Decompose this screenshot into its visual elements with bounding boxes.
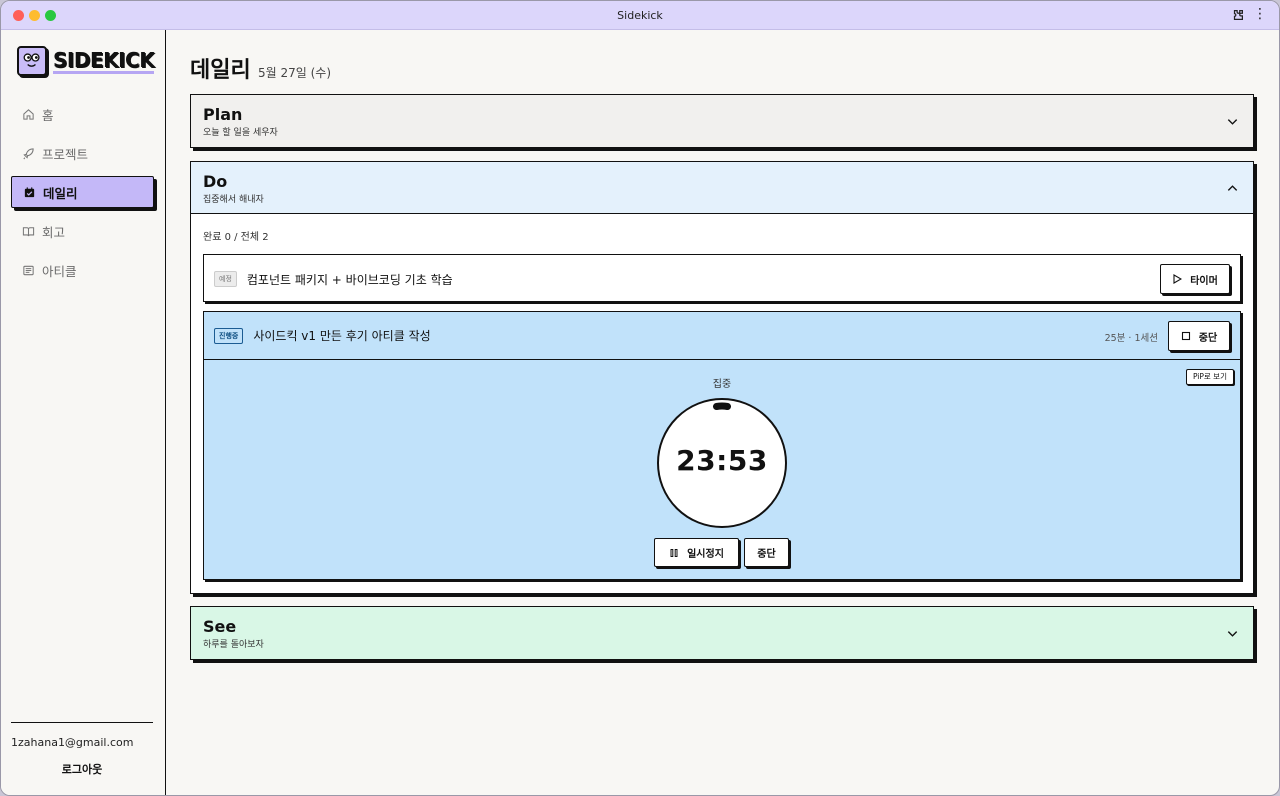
sidebar-item-daily[interactable]: 데일리 <box>11 176 154 208</box>
page-date: 5월 27일 (수) <box>258 66 332 80</box>
title-bar: Sidekick ⋮ <box>1 1 1279 30</box>
pause-label: 일시정지 <box>687 549 724 560</box>
page-title: 데일리 <box>190 58 251 83</box>
user-email: 1zahana1@gmail.com <box>11 736 134 749</box>
stop-icon <box>1181 331 1190 341</box>
sidebar-item-label: 회고 <box>42 224 66 240</box>
logo-text: SIDEKICK <box>53 47 155 74</box>
sidebar-item-label: 아티클 <box>42 263 77 279</box>
task-item-active: 진행중 사이드킥 v1 만든 후기 아티클 작성 25분 · 1세션 중단 집중… <box>203 311 1241 580</box>
app-window: Sidekick ⋮ SIDEKICK 홈 프로젝트 데일리 회고 아티클 1z… <box>0 0 1280 796</box>
session-meta: 25분 · 1세션 <box>1104 333 1158 344</box>
see-section-title: See <box>203 617 237 636</box>
more-menu-icon[interactable]: ⋮ <box>1253 7 1267 21</box>
start-timer-button[interactable]: 타이머 <box>1160 264 1230 294</box>
sidebar-item-home[interactable]: 홈 <box>11 98 154 130</box>
logo[interactable]: SIDEKICK <box>17 45 155 77</box>
play-icon <box>1173 274 1183 284</box>
sidebar-nav: 홈 프로젝트 데일리 회고 아티클 <box>11 98 154 293</box>
rocket-icon <box>23 147 34 159</box>
sidebar: SIDEKICK 홈 프로젝트 데일리 회고 아티클 1zahana1@gmai… <box>1 30 166 795</box>
see-section-header[interactable]: See 하루를 돌아보자 <box>191 607 1253 659</box>
sidebar-item-retrospective[interactable]: 회고 <box>11 215 154 247</box>
status-badge: 예정 <box>214 271 237 287</box>
chevron-down-icon[interactable] <box>1226 627 1239 640</box>
sidebar-divider <box>11 722 153 723</box>
chevron-up-icon[interactable] <box>1226 182 1239 195</box>
stop-task-label: 중단 <box>1198 332 1218 344</box>
pip-button[interactable]: PiP로 보기 <box>1185 369 1234 385</box>
extension-icon[interactable] <box>1231 8 1245 22</box>
task-row: 예정 컴포넌트 패키지 + 바이브코딩 기초 학습 타이머 <box>204 255 1240 303</box>
stop-task-button[interactable]: 중단 <box>1168 321 1230 351</box>
task-item: 예정 컴포넌트 패키지 + 바이브코딩 기초 학습 타이머 <box>203 254 1241 302</box>
task-title: 컴포넌트 패키지 + 바이브코딩 기초 학습 <box>246 272 453 287</box>
plan-section-subtitle: 오늘 할 일을 세우자 <box>203 128 278 138</box>
book-icon <box>22 226 35 236</box>
see-section-subtitle: 하루를 돌아보자 <box>203 640 264 650</box>
article-icon <box>23 265 34 275</box>
pause-button[interactable]: 일시정지 <box>654 538 739 567</box>
timer-mode-label: 집중 <box>712 379 732 390</box>
plan-section-header[interactable]: Plan 오늘 할 일을 세우자 <box>191 95 1253 147</box>
home-icon <box>23 108 34 120</box>
sidebar-item-label: 홈 <box>42 107 54 123</box>
task-title: 사이드킥 v1 만든 후기 아티클 작성 <box>253 329 431 343</box>
do-section-header[interactable]: Do 집중해서 해내자 <box>191 162 1253 214</box>
pause-icon <box>670 548 678 557</box>
logout-button[interactable]: 로그아웃 <box>11 761 153 777</box>
sidebar-item-label: 데일리 <box>43 185 78 201</box>
do-section-title: Do <box>203 172 228 191</box>
chevron-down-icon[interactable] <box>1226 115 1239 128</box>
sidebar-item-articles[interactable]: 아티클 <box>11 254 154 286</box>
calendar-check-icon <box>24 186 35 197</box>
start-timer-label: 타이머 <box>1190 275 1218 287</box>
do-section-subtitle: 집중해서 해내자 <box>203 195 264 205</box>
sidebar-item-projects[interactable]: 프로젝트 <box>11 137 154 169</box>
logo-mascot-icon <box>17 46 47 76</box>
do-section: Do 집중해서 해내자 완료 0 / 전체 2 예정 컴포넌트 패키지 + 바이… <box>190 161 1254 594</box>
stop-timer-button[interactable]: 중단 <box>744 538 789 567</box>
see-section[interactable]: See 하루를 돌아보자 <box>190 606 1254 660</box>
timer-display: 23:53 <box>676 444 768 477</box>
task-row: 진행중 사이드킥 v1 만든 후기 아티클 작성 25분 · 1세션 중단 <box>204 312 1240 360</box>
plan-section[interactable]: Plan 오늘 할 일을 세우자 <box>190 94 1254 148</box>
plan-section-title: Plan <box>203 105 243 124</box>
status-badge: 진행중 <box>214 327 244 344</box>
sidebar-item-label: 프로젝트 <box>42 146 89 162</box>
task-progress: 완료 0 / 전체 2 <box>203 232 269 243</box>
window-title: Sidekick <box>617 9 663 22</box>
